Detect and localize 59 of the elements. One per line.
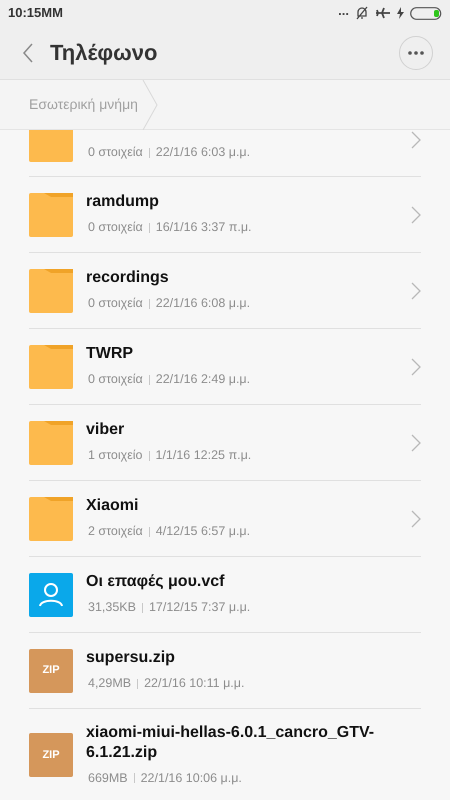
file-name: xiaomi-miui-hellas-6.0.1_cancro_GTV-6.1.21.zip <box>86 723 376 763</box>
chevron-right-icon <box>411 206 421 224</box>
file-name: Οι επαφές μου.vcf <box>86 572 226 592</box>
modified-date: 22/1/16 10:11 μ.μ. <box>144 675 244 692</box>
back-icon[interactable] <box>22 42 34 62</box>
item-size: 1 στοιχείο <box>88 447 142 464</box>
chevron-right-icon <box>411 510 421 528</box>
folder-row[interactable]: ramdump 0 στοιχεία 16/1/16 3:37 π.μ. <box>29 177 421 253</box>
folder-icon <box>29 192 73 236</box>
file-name: viber <box>86 420 126 440</box>
item-size: 669MB <box>88 770 128 787</box>
folder-row[interactable]: Xiaomi 2 στοιχεία 4/12/15 6:57 μ.μ. <box>29 481 421 557</box>
folder-icon <box>29 268 73 312</box>
chevron-right-icon <box>411 358 421 376</box>
file-name: ramdump <box>86 192 160 212</box>
alarm-off-icon <box>355 6 369 20</box>
file-name: Xiaomi <box>86 496 140 516</box>
folder-icon <box>29 344 73 388</box>
zip-file-icon: ZIP <box>29 648 73 692</box>
item-size: 2 στοιχεία <box>88 523 143 540</box>
file-row[interactable]: ZIP xiaomi-miui-hellas-6.0.1_cancro_GTV-6.1.21.zip 669MB 22/1/16 10:06 μ.μ. <box>29 709 421 800</box>
more-button[interactable] <box>399 36 433 70</box>
status-time: 10:15MM <box>8 4 63 22</box>
item-size: 0 στοιχεία <box>88 144 143 162</box>
folder-icon <box>29 130 73 162</box>
file-name: supersu.zip <box>86 648 176 668</box>
chevron-right-icon <box>411 130 421 148</box>
modified-date: 4/12/15 6:57 μ.μ. <box>156 523 250 540</box>
file-name: TWRP <box>86 344 134 364</box>
contact-file-icon <box>29 572 73 616</box>
item-size: 0 στοιχεία <box>88 371 143 388</box>
more-icon <box>408 50 424 54</box>
modified-date: 22/1/16 10:06 μ.μ. <box>140 770 242 787</box>
file-row[interactable]: Οι επαφές μου.vcf 31,35KB 17/12/15 7:37 μ.μ. <box>29 557 421 633</box>
folder-row[interactable]: recordings 0 στοιχεία 22/1/16 6:08 μ.μ. <box>29 253 421 329</box>
charging-icon <box>397 7 404 19</box>
folder-row[interactable]: TWRP 0 στοιχεία 22/1/16 2:49 μ.μ. <box>29 329 421 405</box>
folder-icon <box>29 420 73 464</box>
item-size: 0 στοιχεία <box>88 295 143 312</box>
folder-row[interactable]: viber 1 στοιχείο 1/1/16 12:25 π.μ. <box>29 405 421 481</box>
modified-date: 16/1/16 3:37 π.μ. <box>156 219 252 236</box>
airplane-icon <box>375 7 391 19</box>
file-name: recordings <box>86 268 170 288</box>
item-size: 31,35KB <box>88 599 136 616</box>
chevron-right-icon <box>411 282 421 300</box>
file-row[interactable]: ZIP supersu.zip 4,29MB 22/1/16 10:11 μ.μ. <box>29 633 421 709</box>
modified-date: 1/1/16 12:25 π.μ. <box>156 447 252 464</box>
screen-title: Τηλέφωνο <box>50 39 158 67</box>
battery-icon <box>410 6 442 20</box>
zip-file-icon: ZIP <box>29 733 73 778</box>
modified-date: 17/12/15 7:37 μ.μ. <box>148 599 250 616</box>
modified-date: 22/1/16 2:49 μ.μ. <box>156 371 250 388</box>
chevron-right-icon <box>411 434 421 452</box>
more-notifications-indicator: ... <box>338 4 349 16</box>
item-size: 0 στοιχεία <box>88 219 143 236</box>
folder-icon <box>29 496 73 540</box>
modified-date: 22/1/16 6:03 μ.μ. <box>156 144 250 162</box>
modified-date: 22/1/16 6:08 μ.μ. <box>156 295 250 312</box>
item-size: 4,29MB <box>88 675 132 692</box>
